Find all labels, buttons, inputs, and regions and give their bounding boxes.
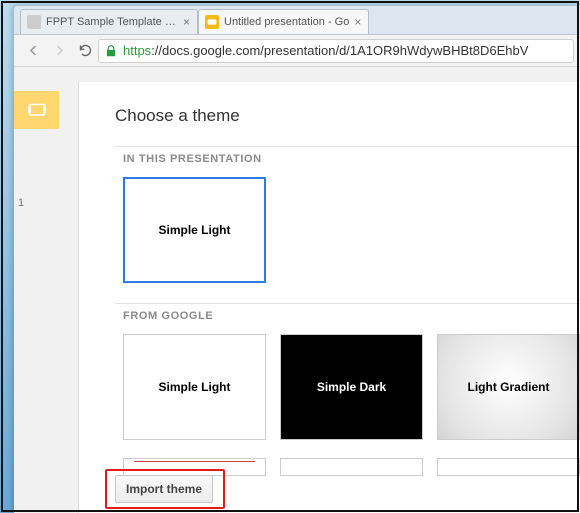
section-from-google: FROM GOOGLE Simple Light Simple Dark Lig… xyxy=(115,303,580,486)
theme-name: Light Gradient xyxy=(468,380,550,394)
theme-option-more-3[interactable] xyxy=(437,458,580,476)
theme-option-simple-light-current[interactable]: Simple Light xyxy=(123,177,266,283)
section-label: FROM GOOGLE xyxy=(115,303,580,326)
slide-thumb[interactable]: 1 xyxy=(14,197,59,209)
slides-app-icon xyxy=(14,91,59,129)
dialog-title: Choose a theme xyxy=(115,106,580,126)
section-in-presentation: IN THIS PRESENTATION Simple Light xyxy=(115,146,580,293)
slides-icon xyxy=(205,15,219,29)
section-label: IN THIS PRESENTATION xyxy=(115,146,580,169)
theme-name: Simple Dark xyxy=(317,380,386,394)
slide-number: 1 xyxy=(18,197,28,209)
url-path: ://docs.google.com/presentation/d/1A1OR9… xyxy=(151,43,528,58)
theme-name: Simple Light xyxy=(159,223,231,237)
import-theme-button[interactable]: Import theme xyxy=(115,475,213,503)
theme-option-simple-light[interactable]: Simple Light xyxy=(123,334,266,440)
theme-option-light-gradient[interactable]: Light Gradient xyxy=(437,334,580,440)
dialog-footer: Import theme xyxy=(115,475,213,503)
tab-title: Untitled presentation - Go xyxy=(224,16,349,28)
forward-button[interactable] xyxy=(46,39,72,63)
choose-theme-dialog: Choose a theme IN THIS PRESENTATION Simp… xyxy=(78,82,580,513)
tab-strip: FPPT Sample Template - G × Untitled pres… xyxy=(14,6,580,35)
url-input[interactable]: https://docs.google.com/presentation/d/1… xyxy=(98,39,574,63)
close-icon[interactable]: × xyxy=(183,18,191,26)
address-bar: https://docs.google.com/presentation/d/1… xyxy=(14,35,580,67)
browser-window: FPPT Sample Template - G × Untitled pres… xyxy=(14,6,580,513)
close-icon[interactable]: × xyxy=(354,18,362,26)
theme-name: Simple Light xyxy=(159,380,231,394)
theme-option-more-2[interactable] xyxy=(280,458,423,476)
favicon-generic xyxy=(27,15,41,29)
tab-fppt-template[interactable]: FPPT Sample Template - G × xyxy=(20,9,198,34)
theme-option-more-1[interactable] xyxy=(123,458,266,476)
back-button[interactable] xyxy=(20,39,46,63)
theme-option-simple-dark[interactable]: Simple Dark xyxy=(280,334,423,440)
tab-untitled-presentation[interactable]: Untitled presentation - Go × xyxy=(198,9,369,34)
app-content: 1 Choose a theme IN THIS PRESENTATION Si… xyxy=(14,67,580,513)
reload-button[interactable] xyxy=(72,39,98,63)
tab-title: FPPT Sample Template - G xyxy=(46,16,178,28)
slide-filmstrip: 1 xyxy=(14,67,59,513)
url-scheme: https xyxy=(123,43,151,58)
lock-icon xyxy=(104,44,118,58)
